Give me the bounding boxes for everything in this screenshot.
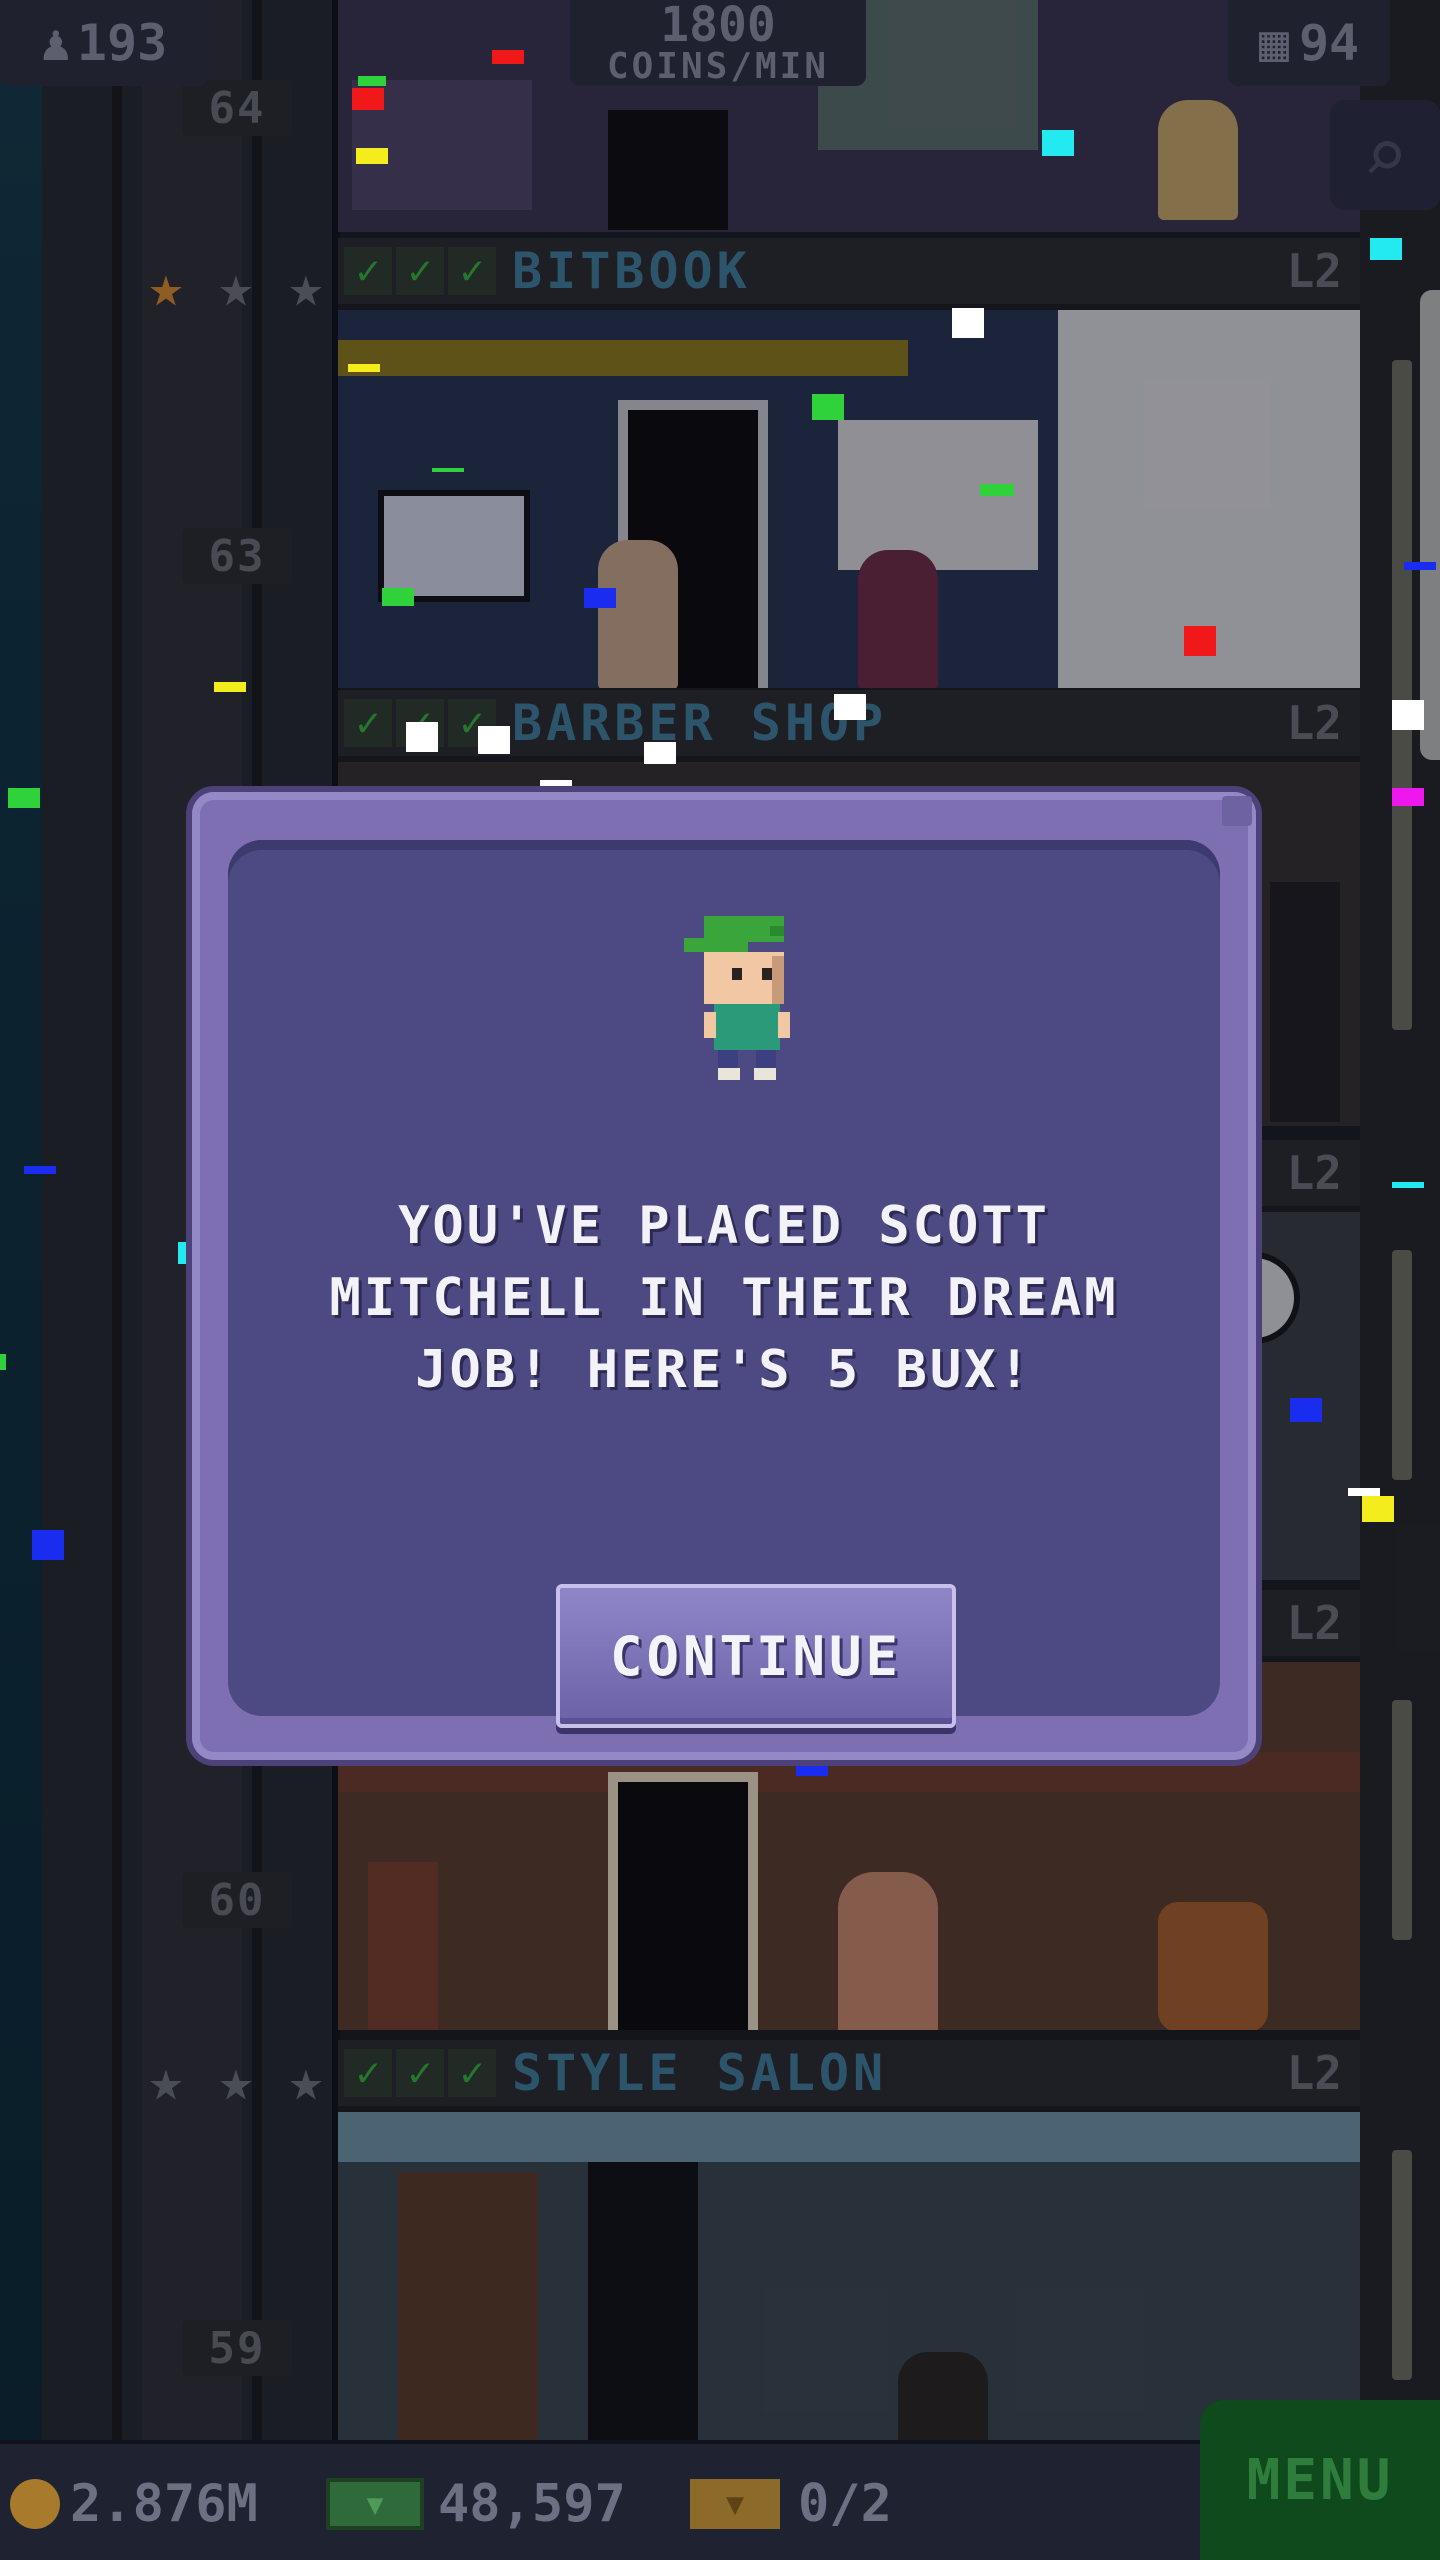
dialog-body: YOU'VE PLACED SCOTT MITCHELL IN THEIR DR… <box>228 840 1220 1728</box>
game-screen: 64 63 60 59 ★ ★ ★ ★ ★ ★ ✓ ✓ ✓ BITBOOK L2… <box>0 0 1440 2560</box>
dialog-corner <box>1222 796 1252 826</box>
glitch-pixel <box>1362 1496 1394 1522</box>
glitch-pixel <box>1392 1182 1424 1188</box>
continue-button[interactable]: CONTINUE <box>556 1584 956 1728</box>
glitch-pixel <box>584 588 616 608</box>
tickets-value: 0/2 <box>798 2474 892 2534</box>
glitch-pixel <box>382 588 414 606</box>
ticket-counter[interactable]: ▼ 0/2 <box>690 2444 892 2560</box>
glitch-pixel <box>1184 626 1216 656</box>
ticket-icon: ▼ <box>690 2479 780 2529</box>
glitch-pixel <box>348 364 380 372</box>
glitch-pixel <box>1370 238 1402 260</box>
bux-icon: ▼ <box>326 2478 424 2530</box>
glitch-pixel <box>352 88 384 110</box>
menu-button[interactable]: MENU <box>1200 2400 1440 2560</box>
dialog-message: YOU'VE PLACED SCOTT MITCHELL IN THEIR DR… <box>329 1196 1119 1400</box>
glitch-pixel <box>478 726 510 754</box>
glitch-pixel <box>980 484 1014 496</box>
glitch-pixel <box>1392 788 1424 806</box>
glitch-pixel <box>952 308 984 338</box>
glitch-pixel <box>1348 1488 1380 1496</box>
glitch-pixel <box>8 788 40 808</box>
glitch-pixel <box>812 394 844 420</box>
glitch-pixel <box>214 682 246 692</box>
bux-value: 48,597 <box>438 2474 626 2534</box>
coins-value: 2.876M <box>70 2474 258 2534</box>
coin-icon <box>10 2479 60 2529</box>
glitch-pixel <box>32 1530 64 1560</box>
glitch-pixel <box>24 1166 56 1174</box>
bitizen-green-cap-icon <box>684 916 790 1080</box>
reward-dialog: YOU'VE PLACED SCOTT MITCHELL IN THEIR DR… <box>192 792 1256 1760</box>
glitch-pixel <box>1404 562 1436 570</box>
glitch-pixel <box>834 694 866 720</box>
glitch-pixel <box>0 1354 6 1370</box>
bux-counter[interactable]: ▼ 48,597 <box>326 2444 626 2560</box>
glitch-pixel <box>406 722 438 752</box>
glitch-pixel <box>356 148 388 164</box>
glitch-pixel <box>644 742 676 764</box>
glitch-pixel <box>432 468 464 472</box>
glitch-pixel <box>540 780 572 786</box>
glitch-pixel <box>1042 130 1074 156</box>
glitch-pixel <box>358 76 386 86</box>
glitch-pixel <box>796 1762 828 1776</box>
glitch-pixel <box>1290 1398 1322 1422</box>
glitch-pixel <box>1392 700 1424 730</box>
glitch-pixel <box>492 50 524 64</box>
coins-counter[interactable]: 2.876M <box>10 2444 258 2560</box>
